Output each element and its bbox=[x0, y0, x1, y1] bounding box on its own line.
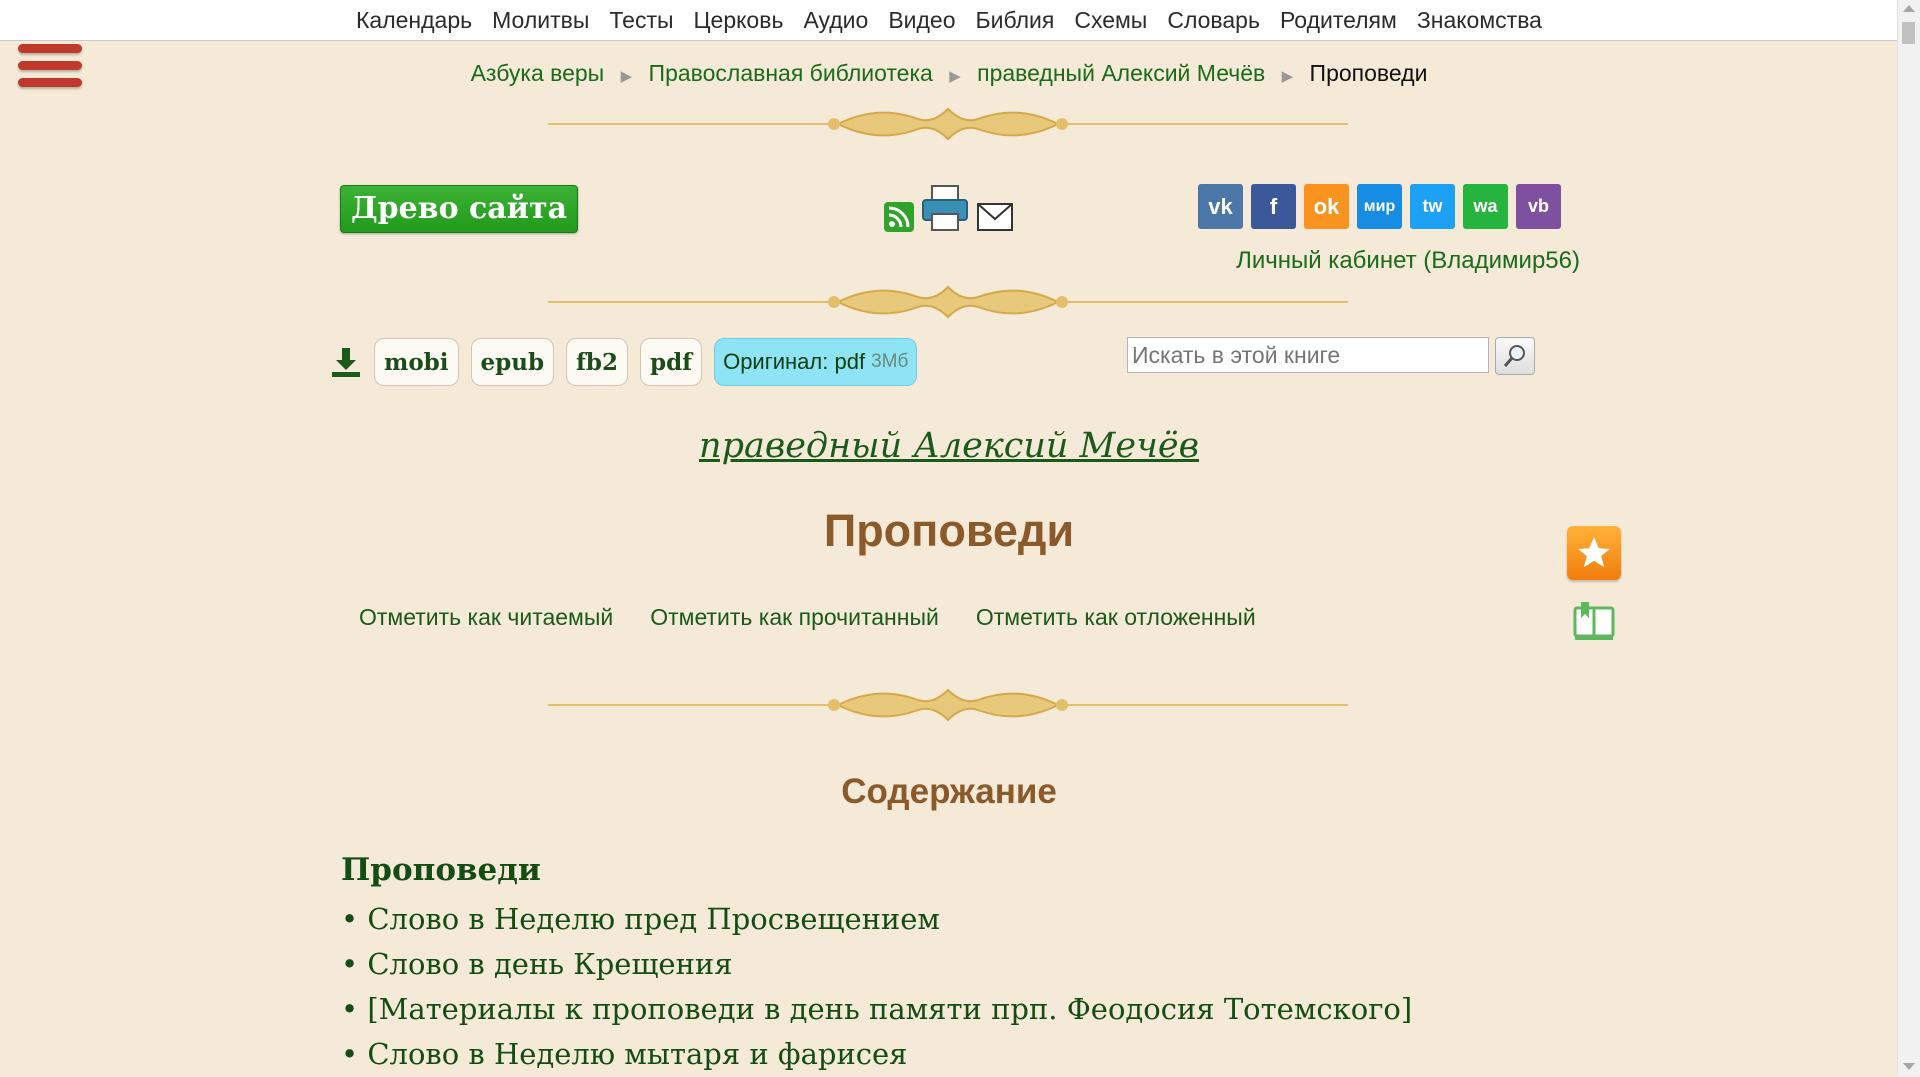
rss-icon[interactable] bbox=[884, 202, 914, 232]
odnoklassniki-label: ok bbox=[1313, 193, 1340, 219]
scroll-down-arrow-icon[interactable] bbox=[1903, 1063, 1915, 1070]
facebook-label: f bbox=[1269, 193, 1278, 219]
download-formats: mobi epub fb2 pdf Оригинал: pdf 3Мб bbox=[330, 338, 918, 386]
download-epub-button[interactable]: epub bbox=[470, 338, 555, 386]
facebook-icon[interactable]: f bbox=[1251, 184, 1296, 229]
whatsapp-icon[interactable]: wa bbox=[1463, 184, 1508, 229]
nav-prayers[interactable]: Молитвы bbox=[492, 7, 589, 34]
moimir-label: мир bbox=[1363, 197, 1396, 215]
nav-church[interactable]: Церковь bbox=[694, 7, 784, 34]
download-fb2-button[interactable]: fb2 bbox=[566, 338, 629, 386]
printer-icon[interactable] bbox=[920, 184, 970, 232]
ornament-divider-icon bbox=[548, 285, 1348, 319]
social-share-bar: vk f ok мир tw wa vb bbox=[1198, 184, 1561, 229]
book-search-input[interactable] bbox=[1127, 337, 1489, 373]
book-bookmark-icon[interactable] bbox=[1573, 600, 1615, 642]
odnoklassniki-icon[interactable]: ok bbox=[1304, 184, 1349, 229]
nav-bible[interactable]: Библия bbox=[976, 7, 1055, 34]
breadcrumb-current: Проповеди bbox=[1309, 60, 1428, 86]
nav-audio[interactable]: Аудио bbox=[803, 7, 868, 34]
whatsapp-label: wa bbox=[1473, 196, 1498, 216]
toc-item[interactable]: Слово в Неделю пред Просвещением bbox=[341, 897, 1412, 942]
download-original-button[interactable]: Оригинал: pdf 3Мб bbox=[714, 338, 918, 386]
breadcrumb-item[interactable]: Азбука веры bbox=[471, 60, 605, 86]
toc-item[interactable]: Слово в Неделю мытаря и фарисея bbox=[341, 1032, 1412, 1077]
nav-schemes[interactable]: Схемы bbox=[1074, 7, 1147, 34]
search-button[interactable] bbox=[1495, 337, 1535, 375]
page-tools bbox=[884, 184, 1014, 232]
breadcrumb: Азбука веры ▶ Православная библиотека ▶ … bbox=[0, 60, 1898, 87]
vertical-scrollbar[interactable] bbox=[1897, 0, 1920, 1076]
twitter-label: tw bbox=[1422, 196, 1443, 216]
search-icon bbox=[1503, 345, 1525, 367]
download-pdf-button[interactable]: pdf bbox=[640, 338, 703, 386]
original-label: Оригинал: pdf bbox=[723, 349, 866, 374]
breadcrumb-separator-icon: ▶ bbox=[949, 68, 961, 85]
reading-marks: Отметить как читаемый Отметить как прочи… bbox=[359, 604, 1256, 631]
moimir-icon[interactable]: мир bbox=[1357, 184, 1402, 229]
scroll-up-arrow-icon[interactable] bbox=[1903, 5, 1915, 12]
nav-tests[interactable]: Тесты bbox=[609, 7, 673, 34]
toc-list: Слово в Неделю пред Просвещением Слово в… bbox=[341, 897, 1412, 1077]
viber-label: vb bbox=[1527, 196, 1549, 216]
toc-section-title[interactable]: Проповеди bbox=[341, 852, 541, 888]
favorite-star-icon[interactable] bbox=[1567, 526, 1621, 580]
download-icon[interactable] bbox=[330, 346, 362, 378]
ornament-divider-icon bbox=[548, 688, 1348, 722]
viber-icon[interactable]: vb bbox=[1516, 184, 1561, 229]
author-name[interactable]: праведный Алексий Мечёв bbox=[699, 426, 1199, 466]
personal-cabinet-link[interactable]: Личный кабинет (Владимир56) bbox=[1236, 247, 1580, 275]
breadcrumb-separator-icon: ▶ bbox=[1281, 68, 1294, 85]
toc-item[interactable]: [Материалы к проповеди в день памяти прп… bbox=[341, 987, 1412, 1032]
breadcrumb-item[interactable]: праведный Алексий Мечёв bbox=[977, 60, 1265, 86]
site-tree-button[interactable]: Древо сайта bbox=[340, 185, 579, 233]
nav-calendar[interactable]: Календарь bbox=[356, 7, 472, 34]
download-mobi-button[interactable]: mobi bbox=[374, 338, 459, 386]
toc-heading: Содержание bbox=[841, 772, 1057, 811]
nav-parents[interactable]: Родителям bbox=[1280, 7, 1397, 34]
original-size: 3Мб bbox=[871, 351, 909, 372]
mark-reading-link[interactable]: Отметить как читаемый bbox=[359, 604, 613, 631]
toc-item[interactable]: Слово в день Крещения bbox=[341, 942, 1412, 987]
mark-postponed-link[interactable]: Отметить как отложенный bbox=[976, 604, 1256, 631]
nav-dating[interactable]: Знакомства bbox=[1417, 7, 1542, 34]
star-icon bbox=[1578, 537, 1610, 568]
vk-icon[interactable]: vk bbox=[1198, 184, 1243, 229]
nav-video[interactable]: Видео bbox=[888, 7, 955, 34]
top-navigation: Календарь Молитвы Тесты Церковь Аудио Ви… bbox=[0, 0, 1898, 41]
mark-read-link[interactable]: Отметить как прочитанный bbox=[650, 604, 939, 631]
breadcrumb-item[interactable]: Православная библиотека bbox=[649, 60, 933, 86]
ornament-divider-icon bbox=[548, 107, 1348, 141]
nav-dictionary[interactable]: Словарь bbox=[1167, 7, 1260, 34]
book-search bbox=[1127, 337, 1535, 375]
scroll-thumb[interactable] bbox=[1902, 22, 1915, 44]
envelope-icon[interactable] bbox=[976, 202, 1014, 232]
twitter-icon[interactable]: tw bbox=[1410, 184, 1455, 229]
breadcrumb-separator-icon: ▶ bbox=[620, 68, 633, 85]
vk-label: vk bbox=[1208, 193, 1233, 219]
author-link[interactable]: праведный Алексий Мечёв bbox=[0, 426, 1898, 466]
